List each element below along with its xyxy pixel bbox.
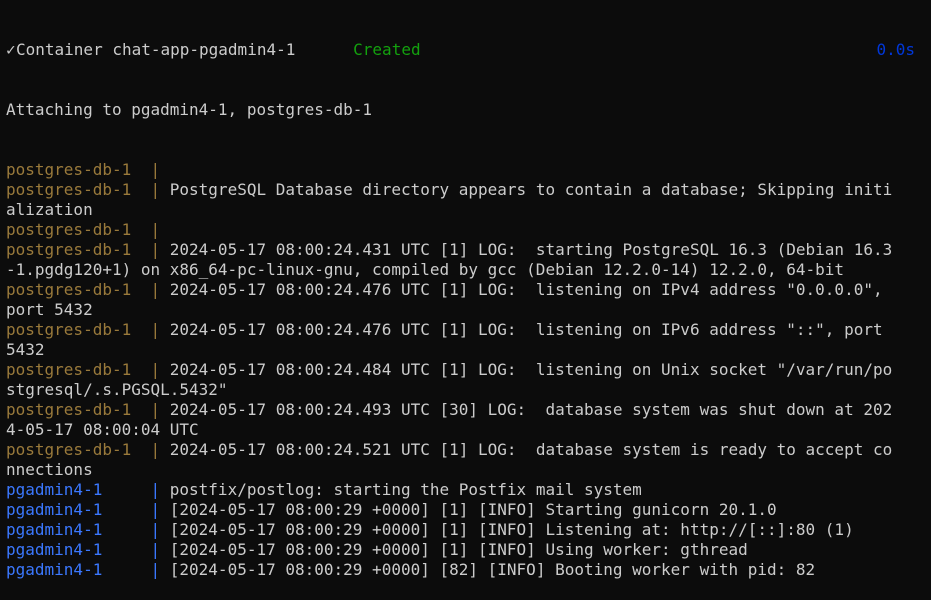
log-message: 2024-05-17 08:00:24.521 UTC [1] LOG: dat… (169, 440, 893, 459)
log-message: -1.pgdg120+1) on x86_64-pc-linux-gnu, co… (6, 260, 845, 279)
log-separator: | (102, 480, 170, 499)
terminal-window[interactable]: ✓Container chat-app-pgadmin4-1 Created 0.… (0, 0, 931, 579)
service-prefix: postgres-db-1 (6, 400, 132, 419)
log-separator: | (131, 320, 170, 339)
log-message: [2024-05-17 08:00:29 +0000] [82] [INFO] … (169, 560, 816, 579)
log-line: postgres-db-1 | (6, 160, 931, 180)
log-line: postgres-db-1 | 2024-05-17 08:00:24.484 … (6, 360, 931, 380)
container-status-line: ✓Container chat-app-pgadmin4-1 Created 0.… (6, 40, 931, 60)
attaching-line: Attaching to pgadmin4-1, postgres-db-1 (6, 100, 373, 119)
log-separator: | (131, 160, 161, 179)
log-output: postgres-db-1 | postgres-db-1 | PostgreSQ… (6, 160, 931, 580)
log-separator: | (131, 400, 170, 419)
log-message: 2024-05-17 08:00:24.431 UTC [1] LOG: sta… (169, 240, 893, 259)
log-line: pgadmin4-1 | [2024-05-17 08:00:29 +0000]… (6, 520, 931, 540)
log-separator: | (131, 240, 170, 259)
log-separator: | (131, 180, 170, 199)
log-message: stgresql/.s.PGSQL.5432" (6, 380, 228, 399)
log-separator: | (131, 220, 161, 239)
log-line: postgres-db-1 | 2024-05-17 08:00:24.493 … (6, 400, 931, 420)
log-line: alization (6, 200, 931, 220)
log-message: alization (6, 200, 93, 219)
log-message: [2024-05-17 08:00:29 +0000] [1] [INFO] L… (169, 520, 854, 539)
service-prefix: postgres-db-1 (6, 160, 132, 179)
log-separator: | (131, 440, 170, 459)
service-prefix: pgadmin4-1 (6, 500, 103, 519)
container-name: Container chat-app-pgadmin4-1 (16, 40, 296, 59)
log-message: 2024-05-17 08:00:24.484 UTC [1] LOG: lis… (169, 360, 893, 379)
log-message: 4-05-17 08:00:04 UTC (6, 420, 199, 439)
checkmark-icon: ✓ (6, 40, 16, 59)
service-prefix: postgres-db-1 (6, 220, 132, 239)
service-prefix: postgres-db-1 (6, 360, 132, 379)
log-message: nnections (6, 460, 93, 479)
log-line: 5432 (6, 340, 931, 360)
log-message: postfix/postlog: starting the Postfix ma… (169, 480, 642, 499)
log-message: 2024-05-17 08:00:24.493 UTC [30] LOG: da… (169, 400, 893, 419)
service-prefix: pgadmin4-1 (6, 480, 103, 499)
log-message: [2024-05-17 08:00:29 +0000] [1] [INFO] S… (169, 500, 777, 519)
log-line: pgadmin4-1 | [2024-05-17 08:00:29 +0000]… (6, 500, 931, 520)
service-prefix: postgres-db-1 (6, 180, 132, 199)
log-separator: | (102, 520, 170, 539)
service-prefix: pgadmin4-1 (6, 520, 103, 539)
log-line: postgres-db-1 | 2024-05-17 08:00:24.431 … (6, 240, 931, 260)
service-prefix: pgadmin4-1 (6, 540, 103, 559)
status-badge: Created (353, 40, 421, 59)
log-separator: | (131, 360, 170, 379)
log-separator: | (102, 540, 170, 559)
log-line: port 5432 (6, 300, 931, 320)
log-line: 4-05-17 08:00:04 UTC (6, 420, 931, 440)
service-prefix: postgres-db-1 (6, 240, 132, 259)
service-prefix: pgadmin4-1 (6, 560, 103, 579)
service-prefix: postgres-db-1 (6, 440, 132, 459)
log-line: stgresql/.s.PGSQL.5432" (6, 380, 931, 400)
log-message: 5432 (6, 340, 45, 359)
log-line: pgadmin4-1 | [2024-05-17 08:00:29 +0000]… (6, 560, 931, 580)
log-message: [2024-05-17 08:00:29 +0000] [1] [INFO] U… (169, 540, 748, 559)
log-line: postgres-db-1 | PostgreSQL Database dire… (6, 180, 931, 200)
log-line: -1.pgdg120+1) on x86_64-pc-linux-gnu, co… (6, 260, 931, 280)
log-line: postgres-db-1 | 2024-05-17 08:00:24.476 … (6, 280, 931, 300)
log-line: postgres-db-1 | (6, 220, 931, 240)
log-separator: | (102, 560, 170, 579)
log-line: postgres-db-1 | 2024-05-17 08:00:24.521 … (6, 440, 931, 460)
service-prefix: postgres-db-1 (6, 320, 132, 339)
log-line: postgres-db-1 | 2024-05-17 08:00:24.476 … (6, 320, 931, 340)
log-message: 2024-05-17 08:00:24.476 UTC [1] LOG: lis… (169, 320, 883, 339)
log-line: nnections (6, 460, 931, 480)
log-message: port 5432 (6, 300, 93, 319)
log-separator: | (131, 280, 170, 299)
log-message: 2024-05-17 08:00:24.476 UTC [1] LOG: lis… (169, 280, 883, 299)
log-separator: | (102, 500, 170, 519)
log-line: pgadmin4-1 | postfix/postlog: starting t… (6, 480, 931, 500)
duration-label: 0.0s (876, 40, 915, 59)
service-prefix: postgres-db-1 (6, 280, 132, 299)
log-line: pgadmin4-1 | [2024-05-17 08:00:29 +0000]… (6, 540, 931, 560)
log-message: PostgreSQL Database directory appears to… (169, 180, 893, 199)
